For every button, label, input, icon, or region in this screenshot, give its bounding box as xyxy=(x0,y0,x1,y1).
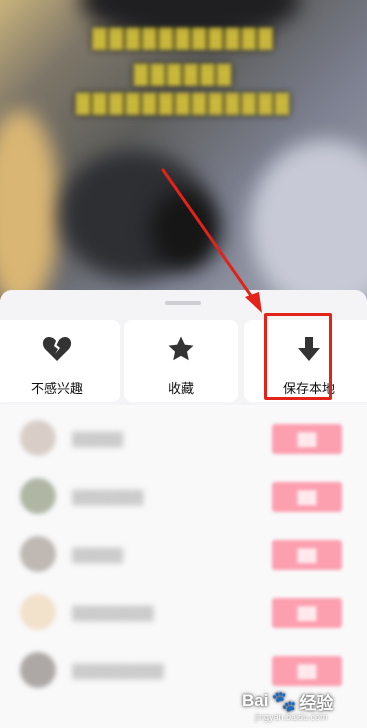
friend-avatar xyxy=(20,478,56,514)
friend-avatar xyxy=(20,420,56,456)
highlight-box xyxy=(264,313,332,400)
watermark-brand: Bai xyxy=(242,691,269,710)
friend-share-button[interactable]: ▓▓ xyxy=(272,482,342,512)
sheet-drag-handle[interactable] xyxy=(165,301,201,305)
video-caption-line-3: ▓▓▓▓▓▓▓▓▓▓▓▓▓ xyxy=(75,92,292,114)
friend-avatar xyxy=(20,652,56,688)
friend-row[interactable]: ▓▓▓▓▓▓▓▓ ▓▓ xyxy=(0,584,367,642)
not-interested-label: 不感兴趣 xyxy=(30,381,83,396)
video-caption-line-2: ▓▓▓▓▓▓ xyxy=(133,63,234,85)
video-caption-line-1: ▓▓▓▓▓▓▓▓▓▓▓ xyxy=(92,27,275,49)
broken-heart-icon xyxy=(42,334,72,364)
watermark-url: jingyan.baidu.com xyxy=(255,712,328,722)
friend-share-button[interactable]: ▓▓ xyxy=(272,540,342,570)
friend-name: ▓▓▓▓▓ xyxy=(72,546,124,562)
friend-name: ▓▓▓▓▓▓▓▓ xyxy=(72,604,154,620)
video-figure-left xyxy=(0,110,60,300)
friend-row[interactable]: ▓▓▓▓▓▓▓ ▓▓ xyxy=(0,468,367,526)
paw-icon: 🐾 xyxy=(271,690,297,713)
watermark-jingyan: 经验 xyxy=(299,693,334,713)
friend-share-button[interactable]: ▓▓ xyxy=(272,424,342,454)
star-icon xyxy=(167,334,195,364)
friend-name: ▓▓▓▓▓▓▓▓▓ xyxy=(72,662,164,678)
friend-name: ▓▓▓▓▓ xyxy=(72,430,124,446)
favorite-button[interactable]: 收藏 xyxy=(124,320,238,402)
favorite-label: 收藏 xyxy=(167,381,194,396)
friend-share-button[interactable]: ▓▓ xyxy=(272,598,342,628)
friend-avatar xyxy=(20,594,56,630)
friend-list: ▓▓▓▓▓ ▓▓ ▓▓▓▓▓▓▓ ▓▓ ▓▓▓▓▓ ▓▓ ▓▓▓▓▓▓▓▓ ▓▓… xyxy=(0,410,367,700)
friend-share-button[interactable]: ▓▓ xyxy=(272,656,342,686)
video-figure-right xyxy=(250,140,367,300)
friend-avatar xyxy=(20,536,56,572)
friend-name: ▓▓▓▓▓▓▓ xyxy=(72,488,144,504)
video-figure-head xyxy=(150,190,220,270)
not-interested-button[interactable]: 不感兴趣 xyxy=(0,320,120,402)
video-preview[interactable]: ▓▓▓▓▓▓▓▓▓▓▓ ▓▓▓▓▓▓ ▓▓▓▓▓▓▓▓▓▓▓▓▓ xyxy=(0,0,367,300)
friend-row[interactable]: ▓▓▓▓▓ ▓▓ xyxy=(0,410,367,468)
friend-row[interactable]: ▓▓▓▓▓ ▓▓ xyxy=(0,526,367,584)
